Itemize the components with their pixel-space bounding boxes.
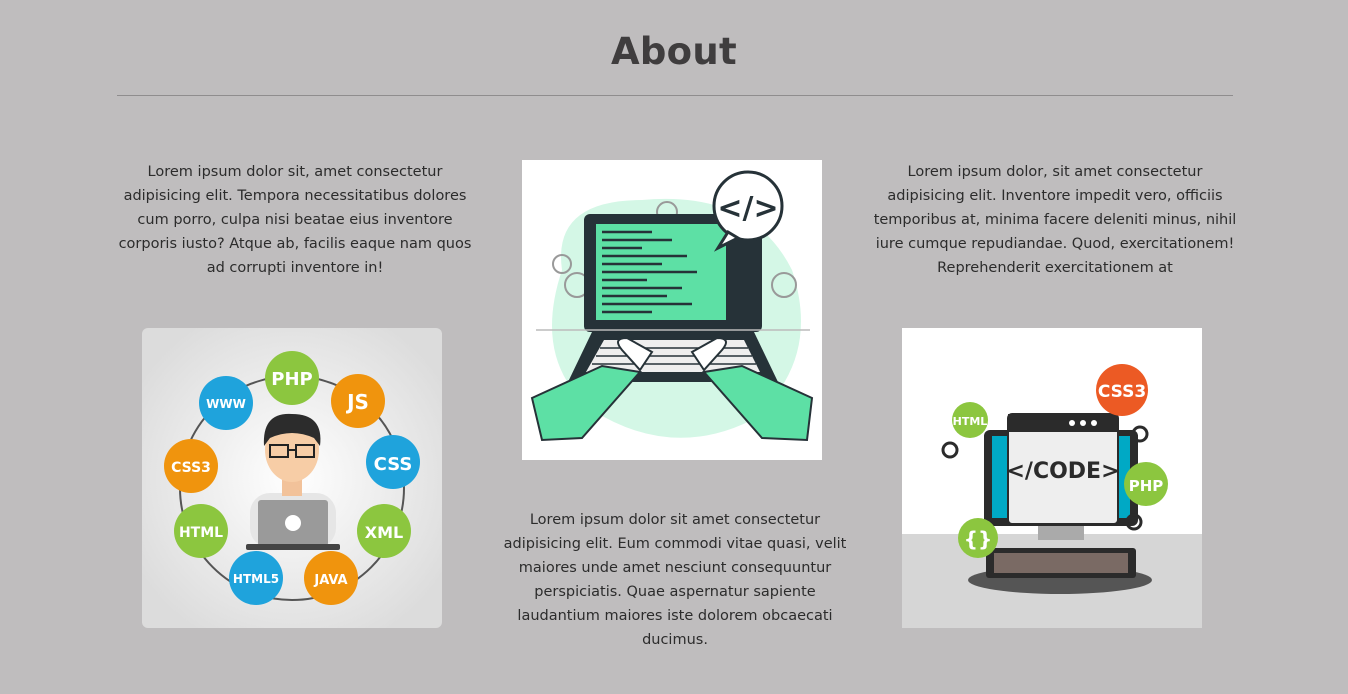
- laptop-code-icon: </>: [522, 160, 822, 460]
- badge-www: WWW: [206, 397, 246, 411]
- badge-html: HTML: [179, 525, 223, 541]
- monitor-code-icon: </CODE> CSS3 HTML PHP {}: [902, 328, 1202, 628]
- badge-xml: XML: [365, 523, 403, 542]
- developer-illustration: PHP JS CSS XML JAVA HTML5 HTML CSS3 WWW: [142, 328, 442, 628]
- code-symbol: </>: [717, 191, 778, 226]
- code-screen-text: </CODE>: [1006, 459, 1119, 484]
- badge-php-monitor: PHP: [1129, 477, 1164, 495]
- title-divider: [117, 95, 1233, 96]
- badge-braces-monitor: {}: [964, 527, 992, 551]
- badge-css: CSS: [374, 454, 413, 475]
- page-title: About: [610, 30, 738, 73]
- monitor-code-illustration: </CODE> CSS3 HTML PHP {}: [902, 328, 1202, 628]
- badge-php: PHP: [271, 369, 312, 390]
- badge-java: JAVA: [313, 573, 347, 588]
- laptop-coding-illustration: </>: [522, 160, 822, 460]
- about-text-3: Lorem ipsum dolor, sit amet consectetur …: [873, 164, 1237, 276]
- badge-html-monitor: HTML: [953, 415, 988, 428]
- badge-html5: HTML5: [233, 572, 279, 586]
- badge-css3: CSS3: [171, 460, 211, 476]
- badge-css3-monitor: CSS3: [1098, 382, 1146, 402]
- about-text-1: Lorem ipsum dolor sit, amet consectetur …: [118, 164, 472, 276]
- badge-js: JS: [345, 390, 369, 414]
- developer-icon: PHP JS CSS XML JAVA HTML5 HTML CSS3 WWW: [142, 328, 442, 628]
- about-text-2: Lorem ipsum dolor sit amet consectetur a…: [503, 512, 847, 648]
